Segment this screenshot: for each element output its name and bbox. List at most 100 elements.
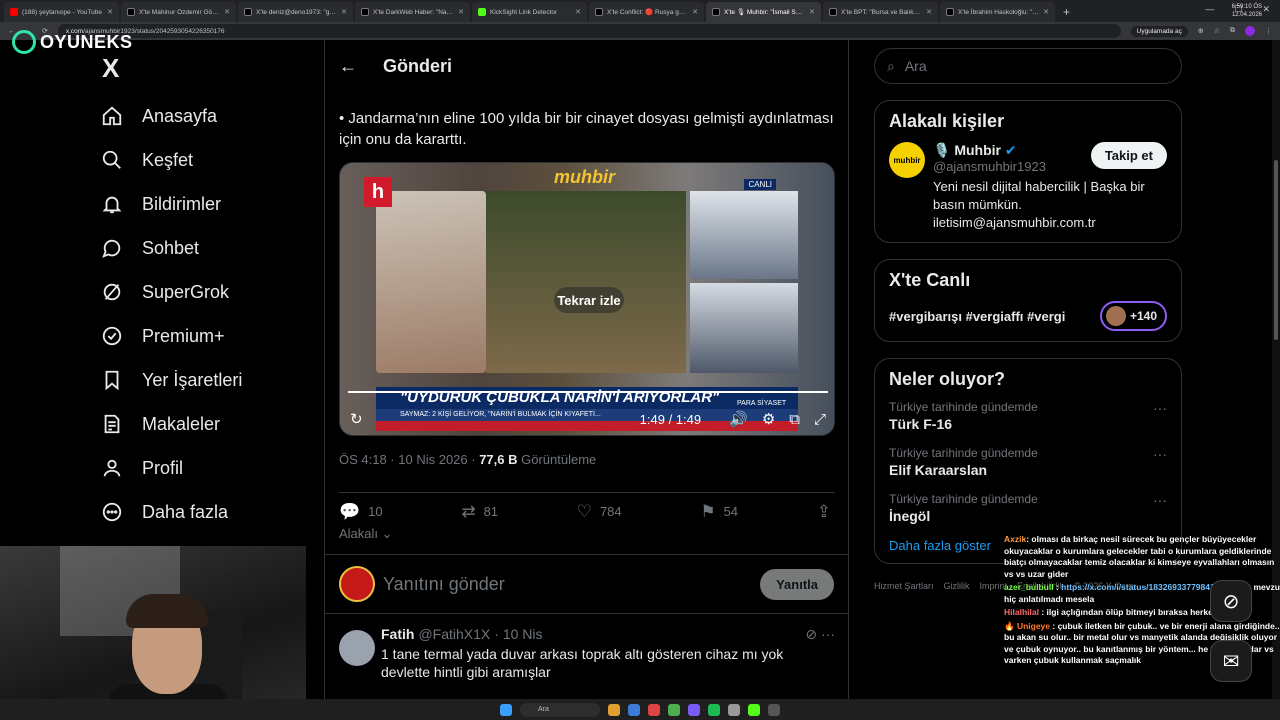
footer-link[interactable]: Gizlilik (944, 581, 970, 591)
minimize-icon[interactable]: — (1205, 4, 1214, 15)
repost-action[interactable]: ⇄ 81 (461, 502, 498, 522)
scrollbar-thumb[interactable] (1274, 160, 1278, 340)
x-logo[interactable]: X (102, 54, 300, 94)
zoom-icon[interactable]: ⊕ (1198, 27, 1204, 35)
bookmark-action[interactable]: ⚑ 54 (700, 502, 738, 522)
chat-username[interactable]: Hilalhilal (1004, 607, 1039, 617)
reply-input[interactable]: Yanıtını gönder (383, 574, 760, 595)
tab-close-icon[interactable]: ✕ (458, 8, 464, 16)
footer-link[interactable]: Hizmet Şartları (874, 581, 934, 591)
person-avatar[interactable]: muhbir (889, 142, 925, 178)
trend-item[interactable]: Türkiye tarihinde gündemde Türk F-16 ··· (889, 400, 1167, 432)
open-in-app-button[interactable]: Uygulamada aç (1130, 25, 1188, 37)
comment-handle[interactable]: @FatihX1X (418, 626, 490, 642)
tab-close-icon[interactable]: ✕ (224, 8, 230, 16)
footer-link[interactable]: Imprint (980, 581, 1008, 591)
trend-more-icon[interactable]: ··· (1153, 492, 1167, 508)
new-tab-icon[interactable]: + (1063, 2, 1070, 22)
volume-icon[interactable]: 🔊 (729, 410, 748, 428)
like-action[interactable]: ♡ 784 (577, 502, 622, 522)
comment-date[interactable]: · 10 Nis (494, 626, 542, 642)
tab-close-icon[interactable]: ✕ (926, 8, 932, 16)
windows-start-icon[interactable] (500, 703, 512, 716)
nav-item-3[interactable]: Bildirimler (100, 182, 300, 226)
taskbar-app-icon[interactable] (768, 703, 780, 716)
taskbar-app-icon[interactable] (628, 703, 640, 716)
comment-avatar[interactable] (339, 630, 375, 666)
taskbar-app-icon[interactable] (608, 703, 620, 716)
nav-item-4[interactable]: Sohbet (100, 226, 300, 270)
taskbar-app-icon[interactable] (728, 703, 740, 716)
live-item[interactable]: #vergibarışı #vergiaffı #vergi +140 (889, 301, 1167, 331)
tab-close-icon[interactable]: ✕ (809, 8, 815, 16)
back-arrow-icon[interactable]: ← (339, 56, 357, 77)
tab-close-icon[interactable]: ✕ (575, 8, 581, 16)
taskbar-clock[interactable]: 6:59:10 ÖS 12.04.2026 (1232, 3, 1262, 19)
video-player[interactable]: h muhbir CANLI "UYDURUK ÇUBUKLA NARİN'İ … (339, 162, 835, 436)
trend-item[interactable]: Türkiye tarihinde gündemde İnegöl ··· (889, 492, 1167, 524)
nav-item-1[interactable]: Anasayfa (100, 94, 300, 138)
browser-tab[interactable]: X'te BPT: "Bursa ve Balıkesir'de ✕ (823, 2, 938, 22)
taskbar-app-icon[interactable] (688, 703, 700, 716)
replay-button[interactable]: Tekrar izle (554, 287, 624, 313)
browser-tab[interactable]: X'te deniz@deno1973: "gorevin ✕ (238, 2, 353, 22)
settings-icon[interactable]: ⚙ (762, 410, 775, 428)
search-bar[interactable]: ⌕ Ara (874, 48, 1182, 84)
browser-tab[interactable]: X'te 🎙 Muhbir: "İsmail Saymaz ✕ (706, 2, 821, 22)
taskbar-app-icon[interactable] (648, 703, 660, 716)
tab-close-icon[interactable]: ✕ (341, 8, 347, 16)
comment-author[interactable]: Fatih (381, 626, 414, 642)
trend-more-icon[interactable]: ··· (1153, 400, 1167, 416)
browser-tab[interactable]: X'te İbrahim Haskoloğlu: "🔴 Fl ✕ (940, 2, 1055, 22)
browser-tab[interactable]: (188) şeytanıope - YouTube ✕ (4, 2, 119, 22)
chat-username[interactable]: azer_bulbull (1004, 582, 1054, 592)
video-progress-bar[interactable] (348, 391, 828, 393)
tab-close-icon[interactable]: ✕ (107, 8, 113, 16)
browser-tab[interactable]: X'te Conflict: 🔴 Rusya geliştir ✕ (589, 2, 704, 22)
nav-item-2[interactable]: Keşfet (100, 138, 300, 182)
trend-more-icon[interactable]: ··· (1153, 446, 1167, 462)
nav-item-5[interactable]: SuperGrok (100, 270, 300, 314)
comment-item[interactable]: Fatih @FatihX1X · 10 Nis 1 tane termal y… (339, 626, 835, 681)
related-person[interactable]: muhbir 🎙️ Muhbir ✔ @ajansmuhbir1923 Yeni… (889, 142, 1167, 232)
nav-item-7[interactable]: Yer İşaretleri (100, 358, 300, 402)
taskbar-search[interactable]: Ara (520, 702, 600, 717)
search-input[interactable]: Ara (905, 58, 927, 74)
comment-more-icon[interactable]: ⊘ ··· (805, 626, 835, 643)
nav-item-9[interactable]: Profil (100, 446, 300, 490)
close-icon[interactable]: ✕ (1262, 4, 1270, 15)
pip-icon[interactable]: ⧉ (789, 411, 800, 428)
extensions-icon[interactable]: ⧉ (1230, 27, 1235, 35)
user-avatar[interactable] (339, 566, 375, 602)
reply-button[interactable]: Yanıtla (760, 568, 834, 600)
related-dropdown[interactable]: Alakalı ⌄ (339, 526, 393, 542)
browser-tab[interactable]: X'te DarkWeb Haber: "Narin Gü ✕ (355, 2, 470, 22)
nav-item-10[interactable]: Daha fazla (100, 490, 300, 534)
browser-tab[interactable]: X'te Mahinur Özdemir Göktaş ✕ (121, 2, 236, 22)
tab-close-icon[interactable]: ✕ (1043, 8, 1049, 16)
trends-title: Neler oluyor? (889, 369, 1006, 389)
taskbar-app-icon[interactable] (668, 703, 680, 716)
chat-username[interactable]: Axzik (1004, 534, 1026, 544)
taskbar-app-icon[interactable] (748, 703, 760, 716)
nav-item-8[interactable]: Makaleler (100, 402, 300, 446)
reply-action[interactable]: 💬 10 (339, 502, 383, 522)
share-action[interactable]: ⇪ (817, 502, 831, 522)
star-icon[interactable]: ☆ (1214, 27, 1220, 35)
grok-float-icon[interactable]: ⊘ (1210, 580, 1252, 622)
live-listeners-pill[interactable]: +140 (1099, 301, 1167, 331)
fullscreen-icon[interactable]: ⤢ (814, 411, 826, 428)
message-float-icon[interactable]: ✉ (1210, 640, 1252, 682)
browser-tab[interactable]: KickSight Link Detector ✕ (472, 2, 587, 22)
chat-username[interactable]: 🔥 Unigeye (1004, 621, 1050, 631)
trend-item[interactable]: Türkiye tarihinde gündemde Elif Karaarsla… (889, 446, 1167, 478)
follow-button[interactable]: Takip et (1090, 142, 1167, 169)
replay-icon[interactable]: ↻ (350, 410, 363, 428)
tab-close-icon[interactable]: ✕ (692, 8, 698, 16)
menu-icon[interactable]: ⋮ (1265, 27, 1272, 35)
url-field[interactable]: x.com /ajansmuhbir1923/status/2042593054… (57, 24, 1121, 38)
profile-avatar[interactable] (1245, 26, 1255, 36)
post-timestamp[interactable]: ÖS 4:18 · 10 Nis 2026 · (339, 452, 479, 467)
nav-item-6[interactable]: Premium+ (100, 314, 300, 358)
taskbar-app-icon[interactable] (708, 703, 720, 716)
